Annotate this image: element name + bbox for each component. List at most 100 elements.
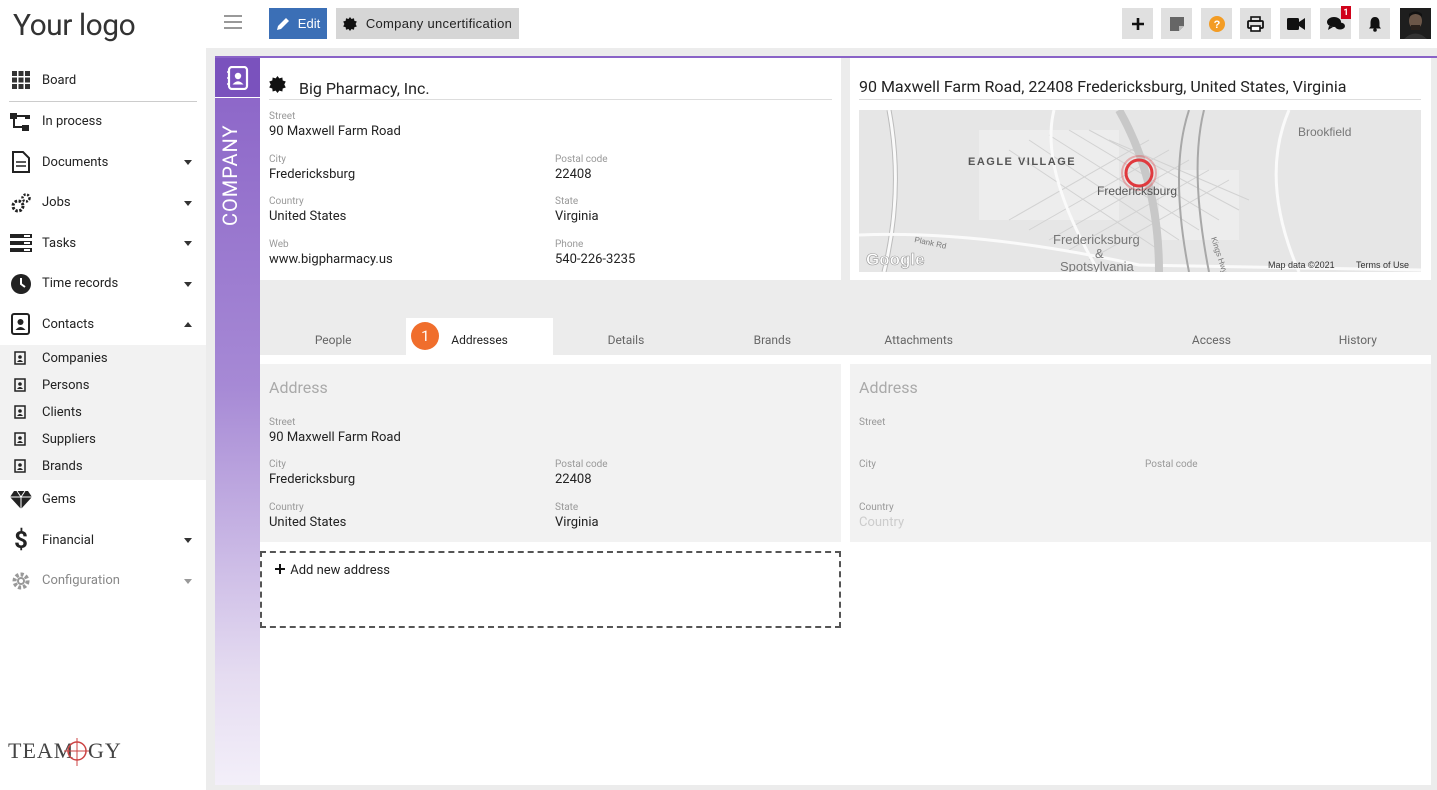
nav-tasks[interactable]: Tasks <box>0 223 206 264</box>
diamond-icon <box>9 488 33 512</box>
nav-jobs[interactable]: Jobs <box>0 183 206 224</box>
step-indicator: 1 <box>411 322 440 350</box>
notifications-button[interactable] <box>1359 8 1390 39</box>
tab-people[interactable]: People <box>260 318 406 355</box>
nav-gems-label: Gems <box>42 492 76 508</box>
postal-value: 22408 <box>555 472 592 487</box>
state-label: State <box>555 502 579 513</box>
tab-history[interactable]: History <box>1285 318 1431 355</box>
map-label-spotsylvania: Spotsylvania <box>1060 259 1134 272</box>
chevron-down-icon[interactable] <box>184 200 192 206</box>
edit-button[interactable]: Edit <box>269 8 327 39</box>
nav-documents-label: Documents <box>42 154 109 170</box>
contact-card-icon <box>12 431 28 447</box>
menu-icon[interactable] <box>224 15 242 29</box>
company-title: Big Pharmacy, Inc. <box>269 74 832 100</box>
address-card[interactable]: Address Street 90 Maxwell Farm Road City… <box>260 364 841 542</box>
subnav-suppliers-label: Suppliers <box>42 431 96 447</box>
contact-book-icon <box>9 312 33 336</box>
add-button[interactable] <box>1122 8 1153 39</box>
tab-access[interactable]: Access <box>1138 318 1284 355</box>
web-value[interactable]: www.bigpharmacy.us <box>269 252 393 267</box>
country-value: United States <box>269 209 347 224</box>
video-button[interactable] <box>1280 8 1311 39</box>
workspace: COMPANY Big Pharmacy, Inc. Street 90 Max… <box>206 48 1437 790</box>
tab-brands[interactable]: Brands <box>699 318 845 355</box>
company-state-field: State Virginia <box>555 196 599 224</box>
video-camera-icon <box>1286 17 1305 30</box>
map-label-brookfield: Brookfield <box>1298 125 1351 139</box>
pencil-icon <box>276 17 289 30</box>
detail-tabs: People 1 Addresses Details Brands Attach… <box>260 318 1431 355</box>
subnav-clients[interactable]: Clients <box>0 399 206 426</box>
contact-card-icon <box>12 458 28 474</box>
tab-access-label: Access <box>1191 333 1231 347</box>
nav-financial[interactable]: $ Financial <box>0 520 206 561</box>
nav-configuration[interactable]: Configuration <box>0 561 206 602</box>
postal-label: Postal code <box>555 154 608 165</box>
nav-in-process[interactable]: In process <box>0 102 206 143</box>
dollar-icon: $ <box>14 526 28 555</box>
chat-count-badge: 1 <box>1341 6 1351 19</box>
phone-value[interactable]: 540-226-3235 <box>555 252 635 267</box>
map-label-fredericksburg: Fredericksburg <box>1097 184 1177 198</box>
chevron-down-icon[interactable] <box>184 578 192 584</box>
street-label: Street <box>859 417 886 428</box>
subnav-brands[interactable]: Brands <box>0 453 206 480</box>
map-label-fredericksburg-2: Fredericksburg <box>1053 232 1140 247</box>
chevron-down-icon[interactable] <box>184 281 192 287</box>
tab-people-label: People <box>314 333 352 347</box>
chevron-down-icon[interactable] <box>184 538 192 544</box>
plus-icon <box>1131 17 1144 30</box>
tab-attachments[interactable]: Attachments <box>846 318 992 355</box>
street-value: 90 Maxwell Farm Road <box>269 430 401 445</box>
map-data-attribution: Map data ©2021 <box>1268 260 1335 270</box>
map-label-eagle-village: EAGLE VILLAGE <box>968 156 1076 168</box>
chevron-down-icon[interactable] <box>184 160 192 166</box>
tab-history-label: History <box>1338 333 1377 347</box>
workflow-icon <box>9 110 33 134</box>
help-button[interactable]: ? <box>1201 8 1232 39</box>
city-label: City <box>269 459 286 470</box>
chat-button[interactable]: 1 <box>1320 6 1351 39</box>
seal-icon <box>269 76 289 97</box>
print-button[interactable] <box>1240 8 1271 39</box>
notes-button[interactable] <box>1161 8 1192 39</box>
address-card-empty[interactable]: Address Street City Postal code Country … <box>850 364 1431 542</box>
tab-addresses[interactable]: 1 Addresses <box>406 318 553 355</box>
chevron-up-icon[interactable] <box>184 322 192 328</box>
country-value: United States <box>269 515 347 530</box>
chevron-down-icon[interactable] <box>184 241 192 247</box>
add-new-address-button[interactable]: Add new address <box>260 551 841 628</box>
tab-brands-label: Brands <box>753 333 792 347</box>
subnav-persons[interactable]: Persons <box>0 372 206 399</box>
postal-value: 22408 <box>555 167 592 182</box>
company-name: Big Pharmacy, Inc. <box>299 79 430 98</box>
city-label: City <box>859 459 876 470</box>
user-avatar[interactable] <box>1400 8 1431 39</box>
contacts-subnav: Companies Persons Clients Suppliers Bran… <box>0 344 206 480</box>
city-label: City <box>269 154 286 165</box>
app-logo[interactable]: Your logo <box>13 8 136 43</box>
subnav-companies-label: Companies <box>42 350 108 366</box>
location-map[interactable]: Brookfield EAGLE VILLAGE Fredericksburg … <box>859 110 1421 272</box>
company-uncertification-button[interactable]: Company uncertification <box>336 8 519 39</box>
nav-board[interactable]: Board <box>0 60 206 101</box>
company-phone-field: Phone 540-226-3235 <box>555 239 635 267</box>
document-icon <box>9 150 33 174</box>
subnav-suppliers[interactable]: Suppliers <box>0 426 206 453</box>
subnav-companies[interactable]: Companies <box>0 345 206 372</box>
map-terms-link[interactable]: Terms of Use <box>1356 260 1409 270</box>
nav-in-process-label: In process <box>42 114 103 130</box>
nav-documents[interactable]: Documents <box>0 142 206 183</box>
nav-gems[interactable]: Gems <box>0 480 206 521</box>
street-value: 90 Maxwell Farm Road <box>269 124 401 139</box>
nav-contacts[interactable]: Contacts <box>0 304 206 345</box>
tab-details[interactable]: Details <box>553 318 699 355</box>
postal-label: Postal code <box>1145 459 1198 470</box>
address-city-field: City Fredericksburg <box>269 459 355 487</box>
nav-time-records[interactable]: Time records <box>0 264 206 305</box>
seal-icon <box>343 16 357 31</box>
help-icon: ? <box>1208 15 1225 32</box>
add-new-address-text: Add new address <box>275 563 390 578</box>
